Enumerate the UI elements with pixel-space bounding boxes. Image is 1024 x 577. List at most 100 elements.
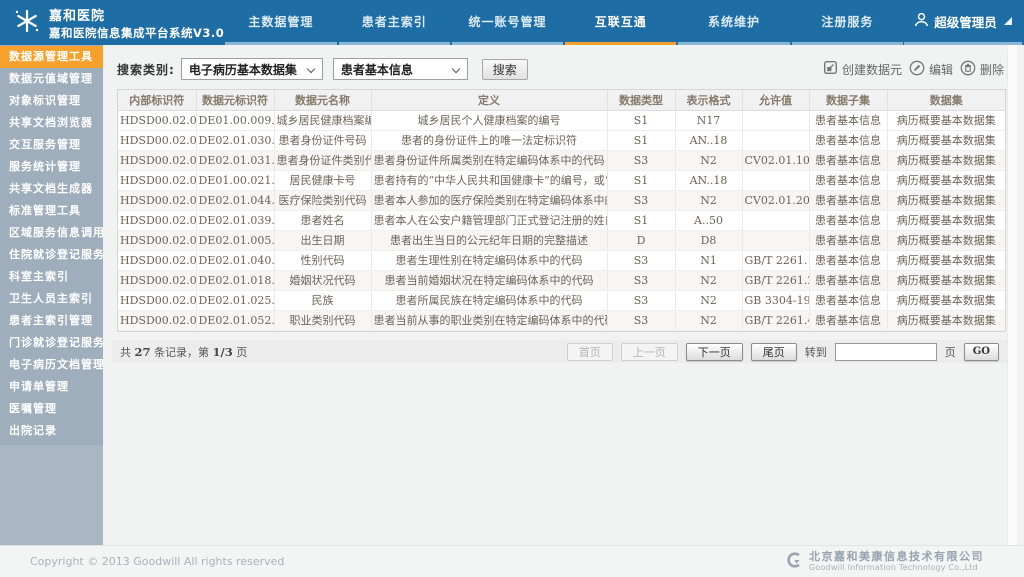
sidebar-item[interactable]: 门诊就诊登记服务 bbox=[0, 332, 103, 354]
nav-item[interactable]: 注册服务 bbox=[792, 0, 903, 45]
cell: 患者所属民族在特定编码体系中的代码 bbox=[371, 290, 607, 310]
footer: Copyright © 2013 Goodwill All rights res… bbox=[0, 545, 1024, 577]
cell: N2 bbox=[675, 290, 742, 310]
brand: 嘉和医院 嘉和医院信息集成平台系统V3.0 bbox=[0, 0, 224, 45]
search-category-label: 搜索类别: bbox=[117, 61, 175, 78]
table-row[interactable]: HDSD00.02.035DE01.00.021.00居民健康卡号患者持有的“中… bbox=[118, 170, 1005, 190]
sidebar-item[interactable]: 申请单管理 bbox=[0, 376, 103, 398]
cell: HDSD00.02.003 bbox=[118, 110, 196, 130]
cell: AN..18 bbox=[675, 130, 742, 150]
sidebar-item[interactable]: 区域服务信息调用 bbox=[0, 222, 103, 244]
dataset-select[interactable]: 电子病历基本数据集 bbox=[181, 58, 323, 80]
table-row[interactable]: HDSD00.02.027DE02.01.039.00患者姓名患者本人在公安户籍… bbox=[118, 210, 1005, 230]
cell: DE02.01.040.00 bbox=[196, 250, 274, 270]
goto-page-input[interactable] bbox=[835, 343, 937, 361]
nav-item[interactable]: 互联互通 bbox=[565, 0, 676, 45]
table-row[interactable]: HDSD00.02.004DE02.01.005.01出生日期患者出生当日的公元… bbox=[118, 230, 1005, 250]
sidebar-item[interactable]: 共享文档生成器 bbox=[0, 178, 103, 200]
search-button[interactable]: 搜索 bbox=[482, 59, 528, 80]
cell: HDSD00.02.050 bbox=[118, 250, 196, 270]
sidebar-item[interactable]: 服务统计管理 bbox=[0, 156, 103, 178]
sidebar-item[interactable]: 出院记录 bbox=[0, 420, 103, 442]
sidebar-item[interactable]: 共享文档浏览器 bbox=[0, 112, 103, 134]
system-title: 嘉和医院信息集成平台系统V3.0 bbox=[49, 25, 224, 41]
next-page-button[interactable]: 下一页 bbox=[686, 343, 743, 361]
sidebar-item[interactable]: 卫生人员主索引 bbox=[0, 288, 103, 310]
user-name: 超级管理员 bbox=[934, 12, 997, 31]
cell: DE02.01.018.00 bbox=[196, 270, 274, 290]
cell: N2 bbox=[675, 150, 742, 170]
table-row[interactable]: HDSD00.02.003DE01.00.009.00城乡居民健康档案编号城乡居… bbox=[118, 110, 1005, 130]
cell: S1 bbox=[607, 170, 675, 190]
table-header-row: 内部标识符数据元标识符数据元名称定义数据类型表示格式允许值数据子集数据集 bbox=[118, 90, 1005, 110]
cell: GB/T 2261.4- bbox=[742, 310, 809, 330]
top-header: 嘉和医院 嘉和医院信息集成平台系统V3.0 主数据管理患者主索引统一账号管理互联… bbox=[0, 0, 1024, 45]
current-page: 1/3 bbox=[213, 345, 233, 359]
sidebar-item[interactable]: 科室主索引 bbox=[0, 266, 103, 288]
cell: 病历概要基本数据集 bbox=[887, 170, 1005, 190]
nav-item[interactable]: 患者主索引 bbox=[339, 0, 450, 45]
column-header: 内部标识符 bbox=[118, 90, 196, 110]
cell: 民族 bbox=[274, 290, 371, 310]
cell: 患者基本信息 bbox=[809, 110, 887, 130]
column-header: 数据元标识符 bbox=[196, 90, 274, 110]
pagination-bar: 共 27 条记录，第 1/3 页 首页 上一页 下一页 尾页 转到 页 GO bbox=[112, 340, 1007, 363]
nav-item[interactable]: 系统维护 bbox=[678, 0, 789, 45]
main-content: 搜索类别: 电子病历基本数据集 患者基本信息 搜索 创建数据元 bbox=[103, 45, 1024, 545]
table-row[interactable]: HDSD00.02.060DE02.01.052.00职业类别代码患者当前从事的… bbox=[118, 310, 1005, 330]
first-page-button[interactable]: 首页 bbox=[567, 343, 613, 361]
table-row[interactable]: HDSD00.02.050DE02.01.040.00性别代码患者生理性别在特定… bbox=[118, 250, 1005, 270]
go-button[interactable]: GO bbox=[964, 343, 999, 361]
last-page-button[interactable]: 尾页 bbox=[751, 343, 797, 361]
action-buttons: 创建数据元 编辑 bbox=[823, 60, 1004, 79]
company-name-cn: 北京嘉和美康信息技术有限公司 bbox=[809, 551, 984, 564]
sidebar-item[interactable]: 医嘱管理 bbox=[0, 398, 103, 420]
table-row[interactable]: HDSD00.02.042DE02.01.025.00民族患者所属民族在特定编码… bbox=[118, 290, 1005, 310]
scrollbar-track[interactable] bbox=[1007, 45, 1017, 545]
company-name-en: Goodwill Information Technology Co.,Ltd bbox=[809, 563, 984, 572]
user-menu[interactable]: 超级管理员 bbox=[904, 0, 1022, 45]
prev-page-button[interactable]: 上一页 bbox=[621, 343, 678, 361]
cell: HDSD00.02.026 bbox=[118, 150, 196, 170]
nav-item[interactable]: 主数据管理 bbox=[225, 0, 336, 45]
cell: 患者身份证件所属类别在特定编码体系中的代码 bbox=[371, 150, 607, 170]
cell: 患者基本信息 bbox=[809, 310, 887, 330]
create-data-element-button[interactable]: 创建数据元 bbox=[823, 60, 902, 78]
cell bbox=[742, 210, 809, 230]
chevron-down-icon bbox=[452, 65, 460, 73]
sidebar-item[interactable]: 电子病历文档管理 bbox=[0, 354, 103, 376]
goto-label: 转到 bbox=[805, 344, 827, 360]
cell: DE02.01.039.00 bbox=[196, 210, 274, 230]
sidebar-item[interactable]: 数据元值域管理 bbox=[0, 68, 103, 90]
table-row[interactable]: HDSD00.02.025DE02.01.030.00患者身份证件号码患者的身份… bbox=[118, 130, 1005, 150]
cell: 病历概要基本数据集 bbox=[887, 290, 1005, 310]
cell: 病历概要基本数据集 bbox=[887, 270, 1005, 290]
column-header: 数据类型 bbox=[607, 90, 675, 110]
table-row[interactable]: HDSD00.02.026DE02.01.031.00患者身份证件类别代码患者身… bbox=[118, 150, 1005, 170]
sidebar-item[interactable]: 标准管理工具 bbox=[0, 200, 103, 222]
cell: DE02.01.052.00 bbox=[196, 310, 274, 330]
cell: 患者基本信息 bbox=[809, 210, 887, 230]
cell: A..50 bbox=[675, 210, 742, 230]
cell: DE02.01.044.00 bbox=[196, 190, 274, 210]
delete-button[interactable]: 删除 bbox=[960, 60, 1004, 79]
hospital-name: 嘉和医院 bbox=[49, 5, 224, 24]
cell: S1 bbox=[607, 110, 675, 130]
sidebar-item[interactable]: 对象标识管理 bbox=[0, 90, 103, 112]
main-nav: 主数据管理患者主索引统一账号管理互联互通系统维护注册服务 bbox=[224, 0, 904, 45]
subset-select[interactable]: 患者基本信息 bbox=[333, 58, 468, 80]
column-header: 数据元名称 bbox=[274, 90, 371, 110]
column-header: 数据集 bbox=[887, 90, 1005, 110]
nav-item[interactable]: 统一账号管理 bbox=[452, 0, 563, 45]
cell: N1 bbox=[675, 250, 742, 270]
cell: 病历概要基本数据集 bbox=[887, 210, 1005, 230]
table-row[interactable]: HDSD00.02.052DE02.01.044.00医疗保险类别代码患者本人参… bbox=[118, 190, 1005, 210]
edit-button[interactable]: 编辑 bbox=[909, 60, 953, 79]
cell: DE02.01.025.00 bbox=[196, 290, 274, 310]
cell: 患者基本信息 bbox=[809, 250, 887, 270]
sidebar-item[interactable]: 交互服务管理 bbox=[0, 134, 103, 156]
sidebar-item[interactable]: 患者主索引管理 bbox=[0, 310, 103, 332]
sidebar-item[interactable]: 数据源管理工具 bbox=[0, 46, 103, 68]
table-row[interactable]: HDSD00.02.028DE02.01.018.00婚姻状况代码患者当前婚姻状… bbox=[118, 270, 1005, 290]
sidebar-item[interactable]: 住院就诊登记服务 bbox=[0, 244, 103, 266]
